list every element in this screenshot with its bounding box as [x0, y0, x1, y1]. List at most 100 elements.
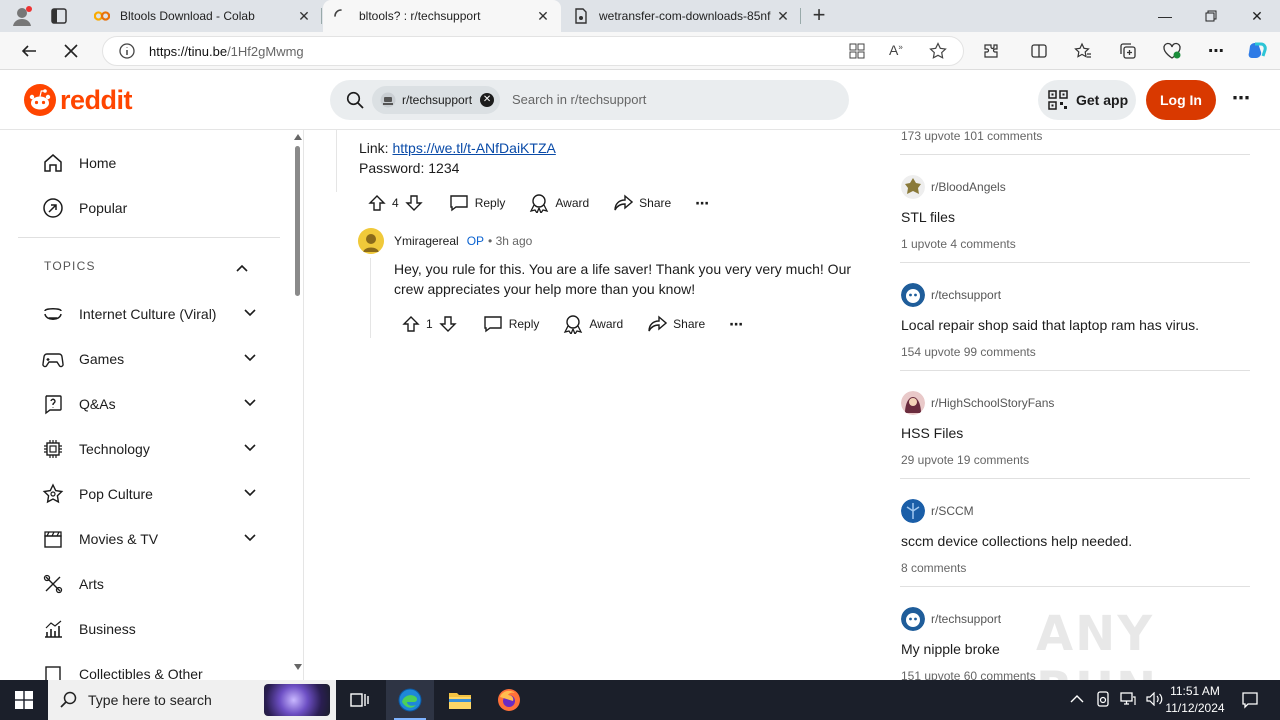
sidebar-topic-internet-culture[interactable]: Internet Culture (Viral) [40, 301, 216, 327]
scroll-up-arrow-icon[interactable] [294, 134, 302, 140]
tab-actions-icon[interactable] [50, 7, 68, 25]
clear-scope-icon[interactable]: ✕ [480, 93, 495, 107]
get-app-button[interactable]: Get app [1038, 80, 1136, 120]
sidebar-topic-pop-culture[interactable]: Pop Culture [40, 481, 153, 507]
rail-post-title[interactable]: My nipple broke [901, 641, 1000, 657]
new-tab-button[interactable]: + [808, 4, 830, 27]
info-icon[interactable] [119, 43, 135, 62]
downvote-icon[interactable] [404, 194, 423, 212]
device-icon[interactable] [1096, 690, 1110, 710]
browser-tab-techsupport[interactable]: bltools? : r/techsupport ✕ [323, 0, 561, 32]
comment-author[interactable]: Ymiragereal [394, 234, 459, 248]
award-button[interactable]: Award [563, 314, 623, 334]
post-stats: 1 upvote 4 comments [901, 237, 1016, 251]
edge-taskbar-icon[interactable] [386, 680, 434, 720]
taskbar-search[interactable]: Type here to search [48, 680, 336, 720]
sidebar-topic-technology[interactable]: Technology [40, 436, 150, 462]
collections-icon[interactable] [1117, 40, 1139, 62]
rail-post-title[interactable]: sccm device collections help needed. [901, 533, 1132, 549]
profile-icon[interactable] [10, 4, 34, 28]
firefox-icon[interactable] [485, 680, 533, 720]
wetransfer-link[interactable]: https://we.tl/t-ANfDaiKTZA [392, 140, 555, 156]
search-scope-chip[interactable]: r/techsupport ✕ [372, 86, 501, 114]
maximize-button[interactable] [1188, 0, 1234, 32]
rail-post-subreddit[interactable]: r/BloodAngels [901, 175, 1006, 199]
reddit-logo[interactable]: reddit [24, 84, 133, 116]
rail-post-subreddit[interactable]: r/techsupport [901, 607, 1001, 631]
vote-count: 4 [392, 196, 399, 210]
minimize-button[interactable]: — [1142, 0, 1188, 32]
sidebar-item-popular[interactable]: Popular [40, 195, 127, 221]
app-grid-icon[interactable] [849, 43, 865, 62]
upvote-icon[interactable] [402, 315, 420, 333]
scrollbar-thumb[interactable] [295, 146, 300, 296]
back-arrow-icon[interactable] [18, 40, 40, 62]
extensions-icon[interactable] [980, 40, 1002, 62]
settings-more-icon[interactable]: ⋯ [1205, 40, 1227, 62]
sidebar-topic-qas[interactable]: Q&As [40, 391, 116, 417]
sidebar-item-label: Movies & TV [79, 531, 159, 547]
split-screen-icon[interactable] [1028, 40, 1050, 62]
browser-essentials-icon[interactable] [1161, 40, 1183, 62]
read-aloud-icon[interactable]: A» [889, 42, 903, 58]
post-stats: 29 upvote 19 comments [901, 453, 1030, 467]
browser-tab-wetransfer[interactable]: wetransfer-com-downloads-85nf ✕ [563, 0, 801, 32]
chevron-down-icon[interactable] [242, 440, 258, 456]
close-icon[interactable]: ✕ [296, 8, 312, 24]
sidebar-scrollbar[interactable] [294, 132, 302, 670]
show-hidden-icons-icon[interactable] [1070, 693, 1084, 707]
notifications-icon[interactable] [1230, 680, 1270, 720]
rail-post-subreddit[interactable]: r/SCCM [901, 499, 974, 523]
scroll-down-arrow-icon[interactable] [294, 664, 302, 670]
share-button[interactable]: Share [647, 314, 705, 334]
search-bar[interactable]: r/techsupport ✕ Search in r/techsupport [330, 80, 849, 120]
browser-tab-colab[interactable]: Bltools Download - Colab ✕ [84, 0, 322, 32]
rail-post-title[interactable]: Local repair shop said that laptop ram h… [901, 317, 1199, 333]
award-button[interactable]: Award [529, 193, 589, 213]
rail-post-subreddit[interactable]: r/techsupport [901, 283, 1001, 307]
chevron-down-icon[interactable] [242, 530, 258, 546]
close-icon[interactable]: ✕ [535, 8, 551, 24]
reply-icon [449, 195, 468, 212]
downvote-icon[interactable] [438, 315, 457, 333]
taskbar-clock[interactable]: 11:51 AM 11/12/2024 [1162, 683, 1228, 717]
sidebar-topic-collectibles[interactable]: Collectibles & Other [40, 661, 203, 680]
sidebar-topic-games[interactable]: Games [40, 346, 124, 372]
close-icon[interactable]: ✕ [775, 8, 791, 24]
copilot-icon[interactable] [1246, 40, 1268, 62]
login-button[interactable]: Log In [1146, 80, 1216, 120]
close-window-button[interactable]: ✕ [1234, 0, 1280, 32]
chevron-down-icon[interactable] [242, 485, 258, 501]
chevron-down-icon[interactable] [242, 350, 258, 366]
reply-button[interactable]: Reply [449, 193, 505, 213]
sidebar-topic-movies-tv[interactable]: Movies & TV [40, 526, 158, 552]
sidebar-item-home[interactable]: Home [40, 150, 116, 176]
file-explorer-icon[interactable] [436, 680, 484, 720]
favorite-star-icon[interactable] [929, 42, 947, 63]
more-options-icon[interactable]: ⋯ [1228, 88, 1254, 112]
chevron-up-icon[interactable] [234, 260, 250, 276]
search-input[interactable]: Search in r/techsupport [512, 92, 646, 107]
avatar[interactable] [358, 228, 384, 254]
chevron-down-icon[interactable] [242, 395, 258, 411]
share-button[interactable]: Share [613, 193, 671, 213]
rail-post-title[interactable]: STL files [901, 209, 955, 225]
home-icon [40, 150, 66, 176]
comment-more-icon[interactable]: ⋯ [695, 195, 709, 212]
chevron-down-icon[interactable] [242, 305, 258, 321]
rail-post-title[interactable]: HSS Files [901, 425, 963, 441]
windows-logo-icon [15, 691, 33, 709]
sidebar-topic-business[interactable]: Business [40, 616, 136, 642]
sidebar-topic-arts[interactable]: Arts [40, 571, 104, 597]
network-icon[interactable] [1120, 691, 1136, 709]
favorites-icon[interactable] [1072, 40, 1094, 62]
task-view-icon[interactable] [336, 680, 384, 720]
comment-more-icon[interactable]: ⋯ [729, 316, 743, 333]
stop-loading-icon[interactable] [60, 40, 82, 62]
reply-button[interactable]: Reply [483, 314, 539, 334]
upvote-icon[interactable] [368, 194, 386, 212]
award-icon [564, 315, 583, 334]
address-bar[interactable]: https://tinu.be/1Hf2gMwmg A» [102, 36, 964, 66]
start-button[interactable] [0, 680, 48, 720]
rail-post-subreddit[interactable]: r/HighSchoolStoryFans [901, 391, 1054, 415]
